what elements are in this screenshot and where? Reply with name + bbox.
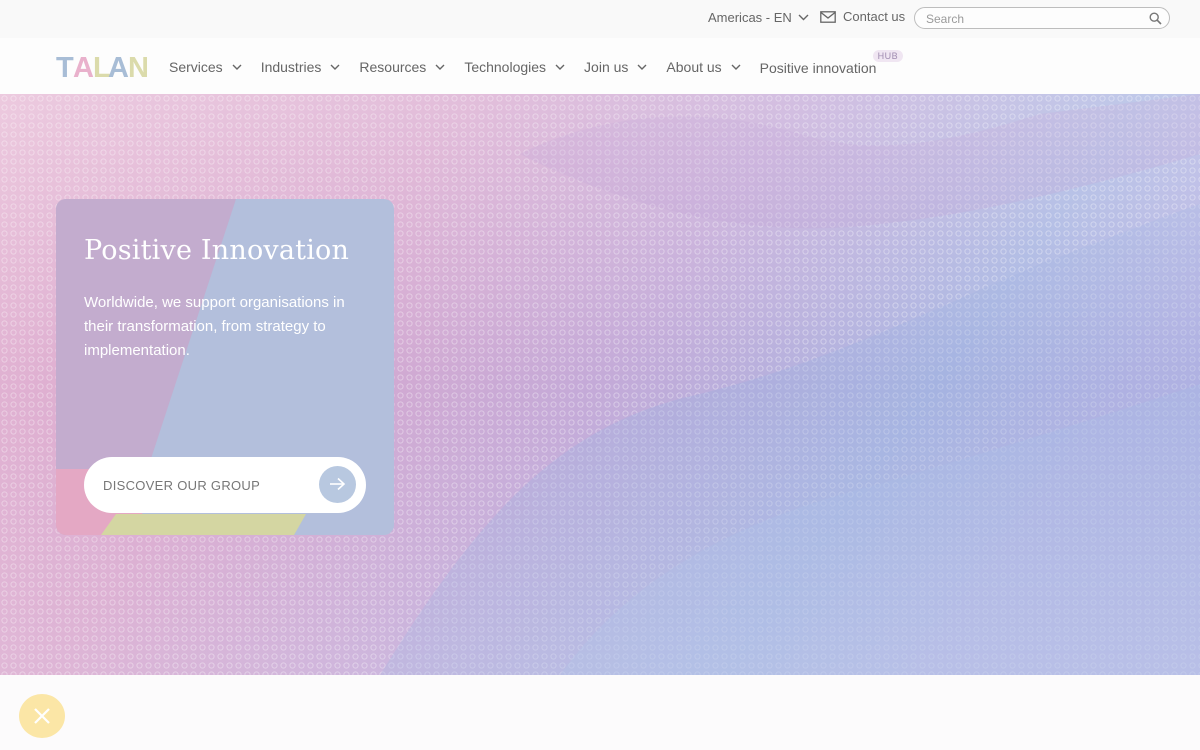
svg-text:A: A <box>108 53 129 78</box>
contact-link[interactable]: Contact us <box>820 9 905 24</box>
nav-technologies[interactable]: Technologies <box>464 59 565 75</box>
search-icon[interactable] <box>1149 12 1162 25</box>
cta-arrow-circle <box>319 466 356 503</box>
hub-badge: HUB <box>872 50 904 62</box>
nav-about-us[interactable]: About us <box>666 59 741 75</box>
nav-label: Resources <box>359 59 427 75</box>
nav-label: Industries <box>260 59 322 75</box>
nav-industries[interactable]: Industries <box>261 59 341 75</box>
discover-group-button[interactable]: DISCOVER OUR GROUP <box>84 457 366 513</box>
svg-text:T: T <box>56 53 74 78</box>
close-icon <box>34 708 50 724</box>
chevron-down-icon <box>555 64 565 70</box>
main-navbar: T A L A N Services Industries Resources … <box>0 38 1200 94</box>
nav-join-us[interactable]: Join us <box>584 59 647 75</box>
below-hero-area <box>0 675 1200 750</box>
region-label: Americas - EN <box>708 10 792 25</box>
nav-label: Services <box>169 59 223 75</box>
talan-logo[interactable]: T A L A N <box>56 52 151 84</box>
search-input[interactable] <box>924 10 1148 28</box>
nav-label: Positive innovation <box>759 60 877 76</box>
mail-icon <box>820 10 836 23</box>
primary-nav: Services Industries Resources Technologi… <box>169 50 904 76</box>
chevron-down-icon <box>330 64 340 70</box>
contact-label: Contact us <box>843 9 906 24</box>
close-button[interactable] <box>19 694 65 738</box>
hero-description: Worldwide, we support organisations in t… <box>84 294 345 359</box>
arrow-right-icon <box>330 477 346 491</box>
utility-bar: Americas - EN Contact us <box>0 0 1200 38</box>
nav-label: Join us <box>584 59 629 75</box>
hero-section: Positive Innovation Worldwide, we suppor… <box>0 94 1200 675</box>
svg-text:A: A <box>73 53 94 78</box>
cta-label: DISCOVER OUR GROUP <box>103 478 261 493</box>
svg-text:N: N <box>128 53 149 78</box>
chevron-down-icon <box>232 64 242 70</box>
hero-title: Positive Innovation <box>84 235 350 266</box>
nav-resources[interactable]: Resources <box>359 59 445 75</box>
chevron-down-icon <box>637 64 647 70</box>
chevron-down-icon <box>435 64 445 70</box>
nav-services[interactable]: Services <box>169 59 242 75</box>
chevron-down-icon <box>731 64 741 70</box>
search-box <box>914 7 1170 29</box>
chevron-down-icon <box>798 14 809 21</box>
region-selector[interactable]: Americas - EN <box>708 10 809 25</box>
nav-label: About us <box>666 59 722 75</box>
nav-positive-innovation[interactable]: Positive innovation HUB <box>759 50 904 76</box>
nav-label: Technologies <box>464 59 547 75</box>
hero-card: Positive Innovation Worldwide, we suppor… <box>56 199 394 535</box>
